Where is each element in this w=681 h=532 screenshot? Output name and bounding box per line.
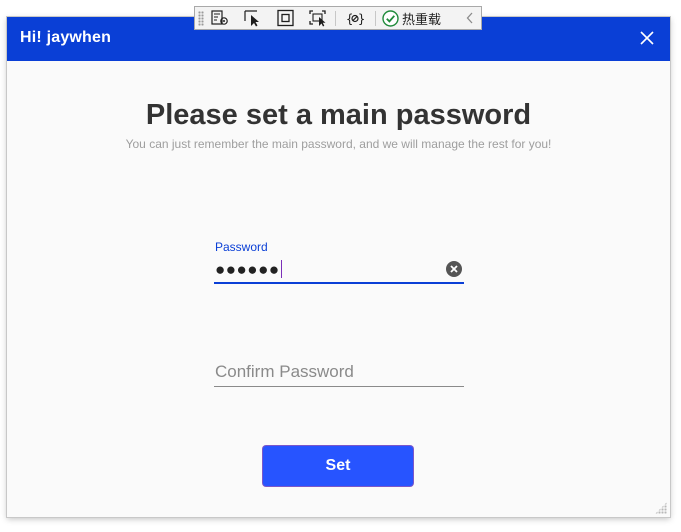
hot-reload-label: 热重载 bbox=[402, 12, 442, 28]
app-window: Hi! jaywhen Please set a main password Y… bbox=[7, 17, 670, 517]
binding-failures-button[interactable]: { } bbox=[345, 9, 365, 27]
text-caret bbox=[280, 260, 282, 278]
svg-text:}: } bbox=[358, 12, 365, 26]
select-element-button[interactable] bbox=[243, 9, 263, 27]
live-visual-tree-icon bbox=[211, 10, 228, 25]
window-title: Hi! jaywhen bbox=[20, 29, 112, 46]
track-focus-icon bbox=[309, 10, 326, 27]
chevron-left-icon bbox=[466, 12, 473, 24]
track-focus-button[interactable] bbox=[308, 9, 328, 27]
check-circle-icon bbox=[382, 9, 399, 27]
debug-toolbar: { } 热重载 bbox=[194, 6, 482, 30]
binding-failures-icon: { } bbox=[346, 12, 365, 26]
clear-circle-icon bbox=[446, 261, 462, 277]
display-layout-adorners-button[interactable] bbox=[276, 9, 296, 27]
set-button[interactable]: Set bbox=[263, 446, 413, 486]
hot-reload-button[interactable]: 热重载 bbox=[382, 9, 442, 28]
toolbar-separator bbox=[375, 11, 376, 26]
display-layout-adorners-icon bbox=[277, 9, 294, 27]
password-field[interactable]: Password ●●●●●● bbox=[214, 238, 464, 286]
confirm-password-input[interactable] bbox=[214, 359, 464, 385]
password-input[interactable]: ●●●●●● bbox=[215, 260, 282, 280]
password-masked-value: ●●●●●● bbox=[215, 260, 280, 279]
clear-password-button[interactable] bbox=[446, 261, 462, 277]
password-label: Password bbox=[215, 240, 268, 254]
live-visual-tree-button[interactable] bbox=[210, 9, 230, 27]
toolbar-separator bbox=[335, 11, 336, 26]
select-element-icon bbox=[244, 10, 259, 27]
resize-grip[interactable] bbox=[655, 502, 667, 514]
close-icon bbox=[640, 31, 654, 45]
close-button[interactable] bbox=[636, 27, 658, 49]
confirm-password-field[interactable] bbox=[214, 359, 464, 389]
page-subtitle: You can just remember the main password,… bbox=[125, 137, 552, 151]
confirm-password-underline bbox=[214, 386, 464, 387]
toolbar-grip[interactable] bbox=[198, 11, 204, 26]
password-underline bbox=[214, 282, 464, 284]
page-title: Please set a main password bbox=[145, 99, 532, 131]
collapse-toolbar-button[interactable] bbox=[464, 10, 476, 26]
